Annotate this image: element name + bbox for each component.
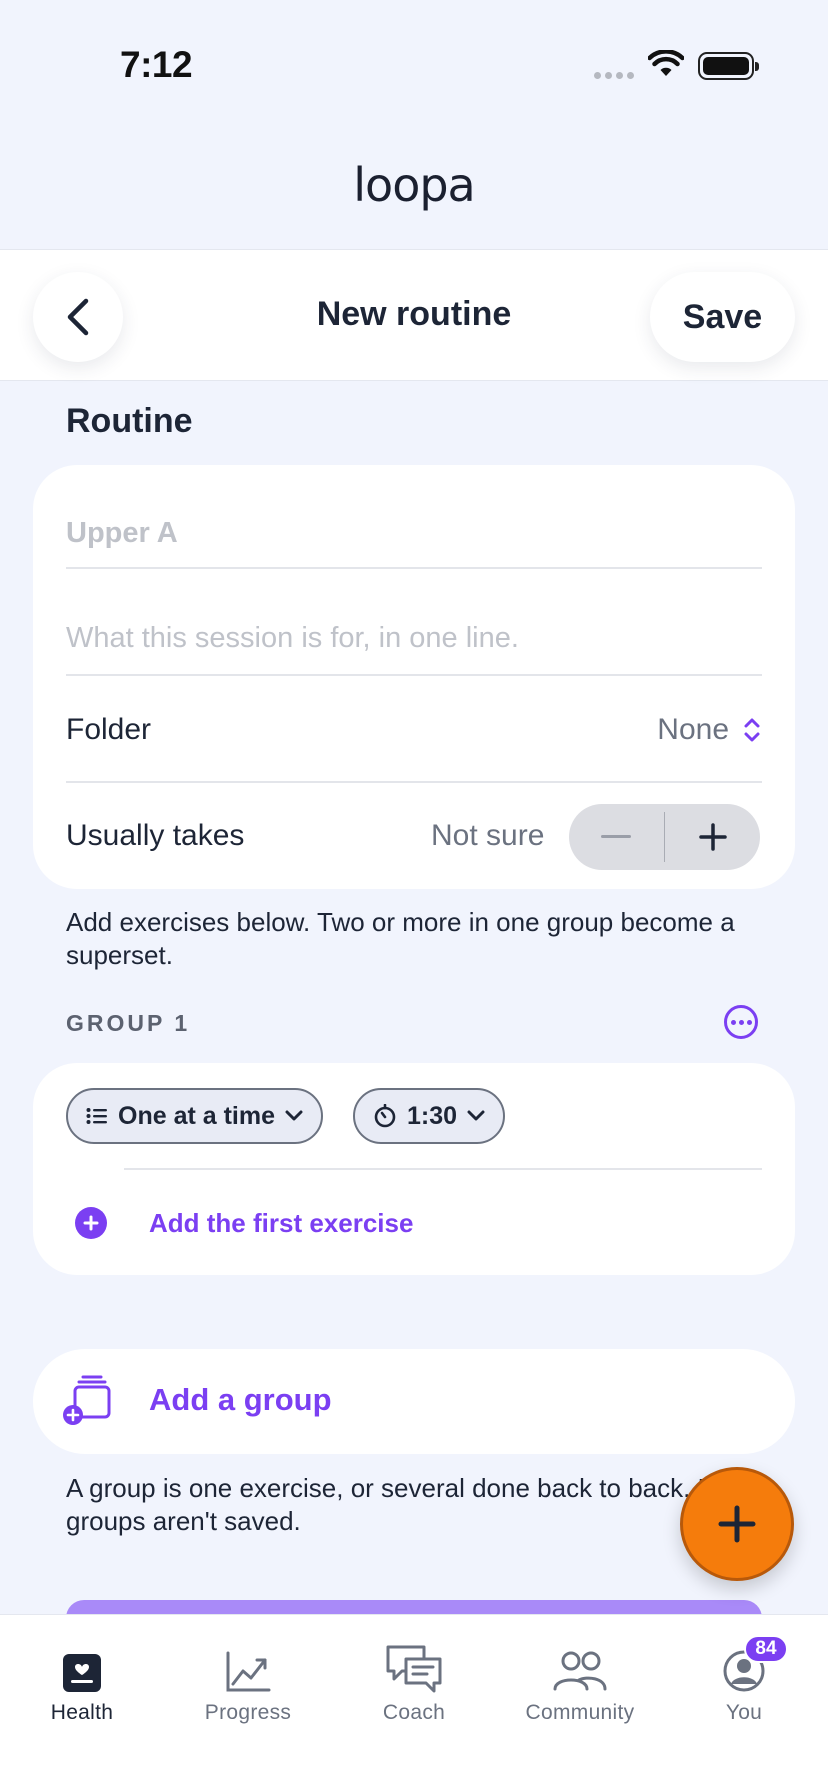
routine-helper-text: Add exercises below. Two or more in one … [66,907,735,970]
add-exercise-icon[interactable] [75,1207,107,1239]
increment-button[interactable] [665,804,760,870]
divider [124,1168,762,1170]
rest-timer-value: 1:30 [407,1101,458,1130]
plus-icon [718,1505,756,1543]
plus-icon [698,823,727,851]
rest-timer-dropdown[interactable]: 1:30 [353,1088,506,1144]
status-time: 7:12 [120,44,193,85]
add-group-label: Add a group [149,1382,332,1417]
tab-label: Community [525,1701,635,1724]
battery-icon [698,52,759,80]
chevron-updown-icon [744,718,760,742]
tab-community[interactable]: Community [500,1637,660,1725]
chat-icon [384,1637,444,1693]
tab-health[interactable]: Health [2,1637,162,1725]
chevron-down-icon [467,1110,485,1121]
health-icon [62,1637,102,1693]
tab-label: Coach [382,1701,446,1724]
group-label: GROUP 1 [66,1010,191,1036]
chevron-down-icon [285,1110,303,1121]
duration-stepper [569,804,760,870]
notification-badge: 84 [744,1635,788,1663]
more-options-icon[interactable] [724,1005,758,1039]
group-mode-value: One at a time [118,1101,275,1130]
folder-picker[interactable]: None [657,713,761,747]
tab-progress[interactable]: Progress [168,1637,328,1725]
decrement-button[interactable] [569,804,664,870]
tab-you[interactable]: 84 You [664,1635,824,1725]
duration-label: Usually takes [66,819,245,852]
divider [66,781,762,783]
chart-icon [225,1637,271,1693]
tab-bar: Health Progress Coach Community 84 You [0,1614,828,1792]
add-group-button[interactable]: Add a group [33,1349,795,1454]
people-icon [551,1637,609,1693]
tab-label: Health [50,1701,114,1724]
routine-card: Upper A What this session is for, in one… [33,465,795,889]
cellular-signal-icon [594,72,634,80]
wifi-icon [647,49,685,83]
divider [66,674,762,676]
duration-value: Not sure [431,819,545,852]
folder-value: None [657,713,729,746]
add-exercise-button[interactable]: Add the first exercise [149,1208,413,1239]
folder-label: Folder [66,713,152,746]
divider [66,567,762,569]
group-card: One at a time 1:30 Add the first exercis… [33,1063,795,1275]
tab-label: You [725,1701,763,1724]
tab-label: Progress [204,1701,292,1724]
app-logo: loopa [353,158,475,212]
list-icon [86,1108,107,1124]
save-button[interactable]: Save [650,272,795,362]
routine-description-input[interactable]: What this session is for, in one line. [66,600,762,676]
tab-coach[interactable]: Coach [334,1637,494,1725]
section-title-routine: Routine [66,402,193,440]
routine-name-input[interactable]: Upper A [66,495,762,571]
group-mode-dropdown[interactable]: One at a time [66,1088,323,1144]
minus-icon [601,835,632,838]
profile-icon: 84 [722,1635,788,1693]
add-group-helper-text: A group is one exercise, or several done… [66,1473,772,1536]
quick-add-button[interactable] [680,1467,794,1581]
timer-icon [374,1104,396,1128]
stack-add-icon [61,1375,117,1432]
